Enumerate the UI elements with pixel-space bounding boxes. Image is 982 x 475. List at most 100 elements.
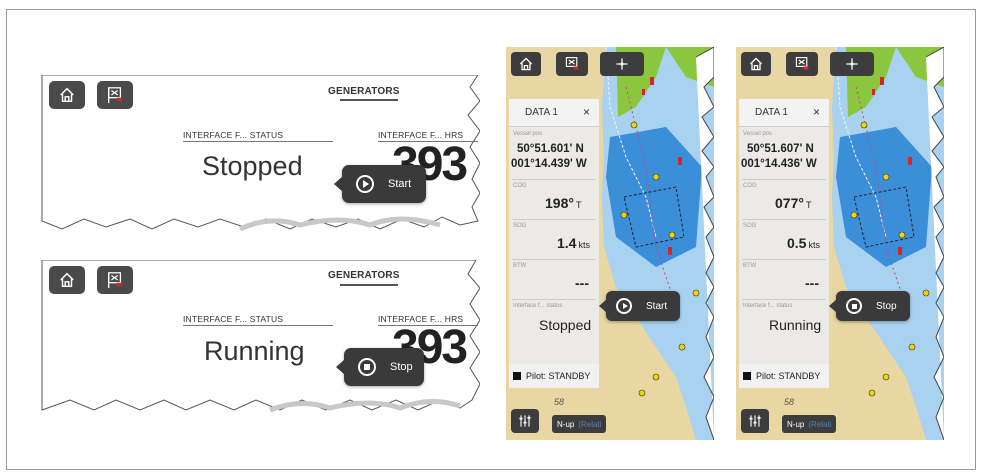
separator xyxy=(742,299,826,300)
data-panel: DATA 1 × Vessel pos 50°51.607' N 001°14.… xyxy=(739,99,829,379)
sog-number: 1.4 xyxy=(557,235,577,251)
home-icon xyxy=(60,87,74,103)
latitude-value: 50°51.601' N xyxy=(517,143,584,155)
generators-panel-running: GENERATORS INTERFACE F... STATUS INTERFA… xyxy=(40,260,480,418)
pilot-indicator xyxy=(743,372,751,380)
stop-icon xyxy=(358,358,376,376)
sog-label: SOG xyxy=(513,223,527,229)
generator-state: Stopped xyxy=(539,317,592,333)
vessel-pos-label: Vessel pos xyxy=(513,131,543,137)
pilot-status: Pilot: STANDBY xyxy=(509,364,599,388)
start-button[interactable]: Start xyxy=(334,165,426,203)
btw-label: BTW xyxy=(743,263,757,269)
home-button[interactable] xyxy=(49,81,85,109)
separator xyxy=(512,219,596,220)
data-panel-header: DATA 1 × xyxy=(509,99,599,127)
menu-button[interactable] xyxy=(741,409,769,433)
separator xyxy=(512,299,596,300)
sog-unit: kts xyxy=(808,240,820,250)
separator xyxy=(742,259,826,260)
sog-value: 0.5 kts xyxy=(787,235,820,251)
generators-title: GENERATORS xyxy=(328,86,400,97)
mob-button[interactable] xyxy=(97,266,133,294)
data-panel: DATA 1 × Vessel pos 50°51.601' N 001°14.… xyxy=(509,99,599,379)
menu-button[interactable] xyxy=(511,409,539,433)
stop-button[interactable]: Stop xyxy=(336,348,424,386)
sog-label: SOG xyxy=(743,223,757,229)
home-button[interactable] xyxy=(49,266,85,294)
orientation-button[interactable]: N-up (Relati xyxy=(782,415,837,433)
orientation-label: N-up xyxy=(787,419,805,429)
start-button[interactable]: Start xyxy=(599,291,680,321)
waypoint-button[interactable] xyxy=(830,52,874,76)
cog-unit: T xyxy=(805,200,812,210)
cog-value: 198° T xyxy=(545,195,581,211)
btw-value: --- xyxy=(575,275,589,291)
cog-number: 198° xyxy=(545,195,574,211)
generator-state: Stopped xyxy=(202,151,303,181)
cog-value: 077° T xyxy=(775,195,811,211)
pilot-status-text: Pilot: STANDBY xyxy=(526,371,591,381)
stop-button-label: Stop xyxy=(876,300,897,312)
chart-screen-running: DATA 1 × Vessel pos 50°51.607' N 001°14.… xyxy=(736,47,944,440)
sliders-icon xyxy=(519,415,531,427)
data-panel-header: DATA 1 × xyxy=(739,99,829,127)
sog-number: 0.5 xyxy=(787,235,807,251)
title-underline xyxy=(340,99,398,101)
home-button[interactable] xyxy=(511,52,541,76)
separator xyxy=(512,179,596,180)
title-underline xyxy=(340,284,398,286)
status-column-line xyxy=(183,141,333,142)
latitude-value: 50°51.607' N xyxy=(747,143,814,155)
sog-unit: kts xyxy=(578,240,590,250)
cog-unit: T xyxy=(575,200,582,210)
chart-screen-stopped: DATA 1 × Vessel pos 50°51.601' N 001°14.… xyxy=(506,47,714,440)
btw-value: --- xyxy=(805,275,819,291)
mob-button[interactable] xyxy=(556,52,588,76)
btw-label: BTW xyxy=(513,263,527,269)
home-button[interactable] xyxy=(741,52,771,76)
close-icon[interactable]: × xyxy=(583,105,590,119)
mob-button[interactable] xyxy=(786,52,818,76)
generator-state: Running xyxy=(204,336,305,366)
separator xyxy=(512,259,596,260)
motion-mode-label: (Relati xyxy=(578,419,602,429)
separator xyxy=(742,219,826,220)
waypoint-button[interactable] xyxy=(600,52,644,76)
cog-number: 077° xyxy=(775,195,804,211)
separator xyxy=(742,179,826,180)
orientation-label: N-up xyxy=(557,419,575,429)
stop-button-label: Stop xyxy=(390,361,413,373)
mob-flag-icon xyxy=(108,87,123,104)
longitude-value: 001°14.439' W xyxy=(511,158,587,170)
pilot-status: Pilot: STANDBY xyxy=(739,364,829,388)
status-label: Interface f... status xyxy=(743,303,793,309)
stop-button[interactable]: Stop xyxy=(829,291,910,321)
status-column-line xyxy=(183,325,333,326)
home-icon xyxy=(749,57,763,71)
mob-button[interactable] xyxy=(97,81,133,109)
waypoint-icon xyxy=(616,58,628,70)
stop-icon xyxy=(846,298,862,314)
generators-panel-stopped: GENERATORS INTERFACE F... STATUS INTERFA… xyxy=(40,75,480,235)
longitude-value: 001°14.436' W xyxy=(741,158,817,170)
sliders-icon xyxy=(749,415,761,427)
status-column-label: INTERFACE F... STATUS xyxy=(183,314,284,324)
sog-value: 1.4 kts xyxy=(557,235,590,251)
cog-label: COG xyxy=(513,183,527,189)
mob-flag-icon xyxy=(565,57,579,70)
pilot-indicator xyxy=(513,372,521,380)
data-panel-title: DATA 1 xyxy=(755,107,788,118)
depth-sounding: 58 xyxy=(784,397,795,407)
vessel-pos-label: Vessel pos xyxy=(743,131,773,137)
data-panel-title: DATA 1 xyxy=(525,107,558,118)
orientation-button[interactable]: N-up (Relati xyxy=(552,415,607,433)
generators-title: GENERATORS xyxy=(328,270,400,281)
generator-state: Running xyxy=(769,317,822,333)
close-icon[interactable]: × xyxy=(813,105,820,119)
motion-mode-label: (Relati xyxy=(808,419,832,429)
start-button-label: Start xyxy=(646,300,668,312)
status-column-label: INTERFACE F... STATUS xyxy=(183,130,284,140)
play-icon xyxy=(356,175,374,193)
status-label: Interface f... status xyxy=(513,303,563,309)
